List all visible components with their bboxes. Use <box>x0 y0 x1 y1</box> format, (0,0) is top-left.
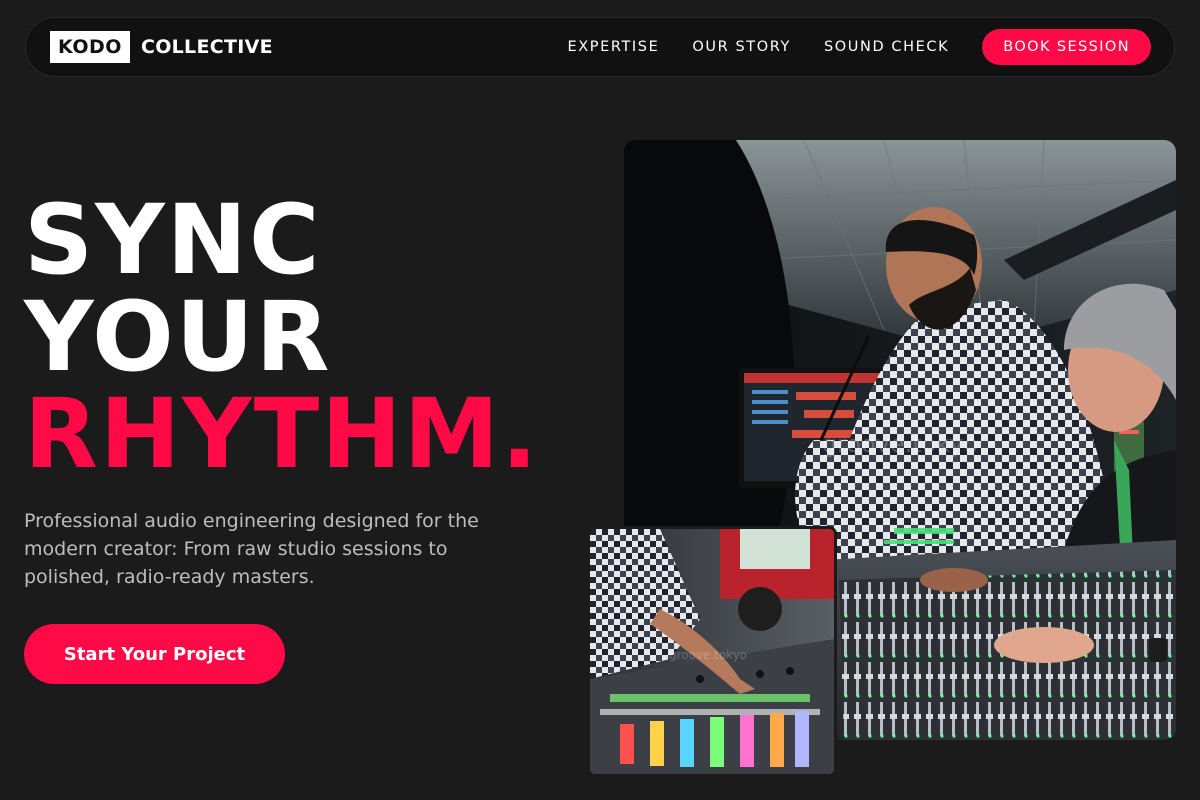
small-photo-watermark: groove.tokyo <box>669 648 747 662</box>
studio-photo-console: groove.tokyo <box>587 526 837 777</box>
start-project-button[interactable]: Start Your Project <box>24 624 285 684</box>
nav-link-expertise[interactable]: EXPERTISE <box>567 39 659 55</box>
hero-headline: SYNC YOUR RHYTHM. <box>24 192 540 483</box>
nav-link-our-story[interactable]: OUR STORY <box>692 39 791 55</box>
top-navbar: KODO COLLECTIVE EXPERTISE OUR STORY SOUN… <box>25 17 1175 77</box>
logo-box: KODO <box>50 31 130 63</box>
nav-link-sound-check[interactable]: SOUND CHECK <box>824 39 949 55</box>
nav-links: EXPERTISE OUR STORY SOUND CHECK BOOK SES… <box>567 29 1151 65</box>
hero-description: Professional audio engineering designed … <box>24 510 479 588</box>
logo-wordmark: COLLECTIVE <box>140 36 273 58</box>
headline-line-2: YOUR <box>24 281 332 393</box>
headline-line-1: SYNC <box>24 184 322 296</box>
brand-logo[interactable]: KODO COLLECTIVE <box>50 31 273 63</box>
headline-line-3: RHYTHM. <box>24 378 540 490</box>
main-photo-watermark: groove.tokyo <box>822 430 979 458</box>
book-session-button[interactable]: BOOK SESSION <box>982 29 1151 65</box>
page: KODO COLLECTIVE EXPERTISE OUR STORY SOUN… <box>0 0 1200 800</box>
